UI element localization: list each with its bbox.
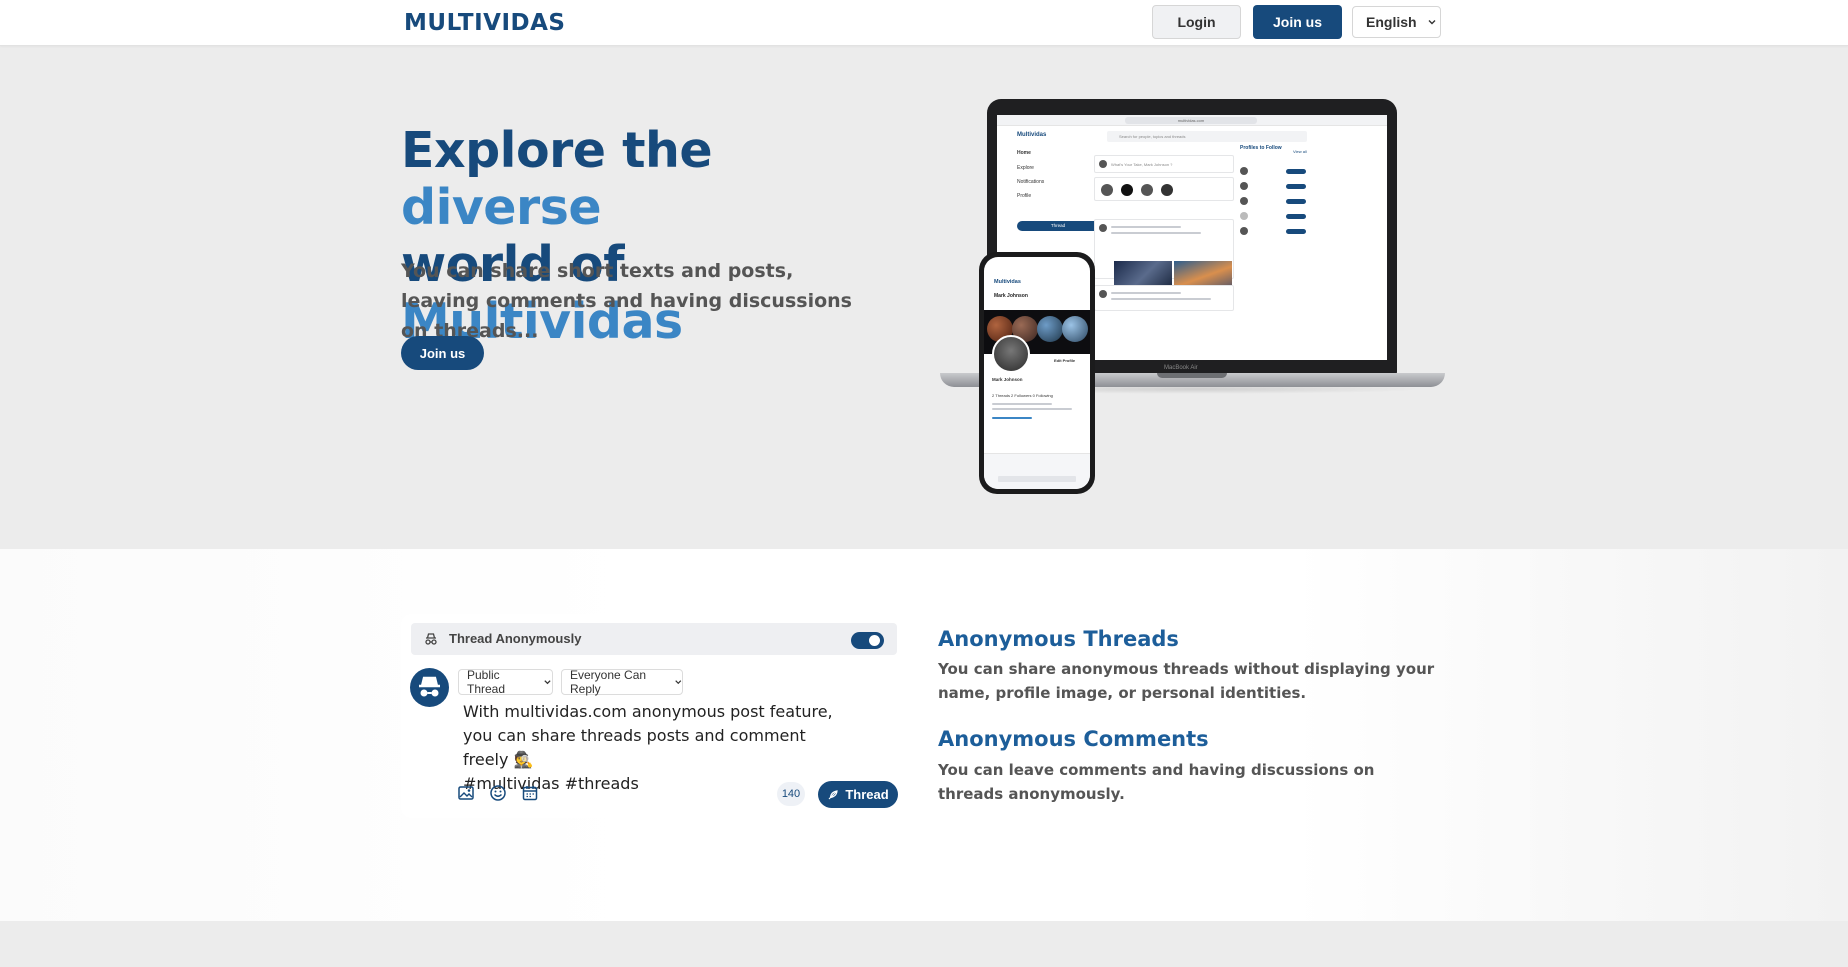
suggest-avatar [1240,197,1248,205]
post-meta [1111,226,1181,228]
image-icon[interactable] [457,784,475,802]
chevron-down-icon [544,680,551,685]
phone-mockup: Multividas Mark Johnson Edit Profile Mar… [979,252,1095,494]
follow-button [1286,184,1306,189]
phone-bio-line [992,408,1072,410]
hero-join-button[interactable]: Join us [401,336,484,370]
reply-select-label: Everyone Can Reply [570,668,647,696]
phone-screen: Multividas Mark Johnson Edit Profile Mar… [984,257,1090,489]
language-label: English [1366,14,1417,30]
mockup-thread-button: Thread [1017,221,1099,231]
follow-button [1286,214,1306,219]
phone-profile-name: Mark Johnson [992,377,1023,382]
follow-button [1286,169,1306,174]
browser-bar: multividas.com [997,115,1387,126]
planet-image [1062,316,1088,342]
suggest-avatar [1240,212,1248,220]
emoji-icon[interactable] [489,784,507,802]
laptop-notch [1157,373,1227,378]
hero-title-accent1: diverse [401,179,602,236]
feature-text-anonymous-comments: You can leave comments and having discus… [938,761,1375,803]
audience-select[interactable]: Public Thread [458,668,553,696]
post-avatar [1099,224,1107,232]
mockup-avatar [1099,160,1107,168]
feature-section [0,549,1848,921]
suggest-avatar [1240,227,1248,235]
phone-tab-bar [984,453,1090,489]
mockup-post-card [1094,285,1234,311]
phone-profile-avatar [992,335,1030,373]
phone-url-bar [998,476,1076,482]
story-avatar [1161,184,1173,196]
follow-button [1286,229,1306,234]
calendar-icon[interactable] [521,784,539,802]
story-avatar [1121,184,1133,196]
mockup-view-all: View all [1293,149,1307,154]
spy-icon [419,676,440,697]
hero-title-part1: Explore the [401,122,713,179]
audience-select-label: Public Thread [467,668,506,696]
reply-permission-select[interactable]: Everyone Can Reply [561,668,683,696]
mockup-logo: Multividas [1017,132,1047,138]
phone-tab-indicator [992,417,1032,419]
mockup-profiles-title: Profiles to Follow [1240,145,1282,151]
story-avatar [1101,184,1113,196]
toggle-knob [869,635,880,646]
submit-thread-button[interactable]: Thread [818,781,898,808]
feature-text-anonymous-threads: You can share anonymous threads without … [938,660,1435,702]
top-navbar: MULTIVIDAS Login Join us English [0,0,1848,46]
character-counter: 140 [777,782,805,806]
phone-profile-title: Mark Johnson [994,293,1028,299]
device-label: MacBook Air [1164,365,1198,371]
suggest-avatar [1240,167,1248,175]
phone-profile-stats: 2 Threads 2 Followers 0 Following [992,393,1053,398]
thread-composer: Thread Anonymously Public Thread Everyon… [401,614,907,818]
feather-icon [828,789,838,799]
mockup-compose-placeholder: What's Your Take, Mark Johnson ? [1111,162,1173,167]
mockup-nav-explore: Explore [1017,165,1034,171]
mockup-search: Search for people, topics and threads [1107,131,1307,142]
phone-bio-line [992,403,1052,405]
mockup-nav-profile: Profile [1017,193,1032,199]
anonymous-toggle[interactable] [851,632,884,649]
anonymous-label: Thread Anonymously [449,631,582,646]
hero-subtitle: You can share short texts and posts, lea… [401,260,852,342]
post-text [1111,232,1201,234]
planet-image [1037,316,1063,342]
chevron-down-icon [1428,20,1436,25]
submit-thread-label: Thread [845,787,889,802]
feature-title-anonymous-comments: Anonymous Comments [938,727,1209,751]
phone-logo: Multividas [994,279,1021,285]
login-button[interactable]: Login [1152,5,1241,39]
language-select[interactable]: English [1352,6,1441,38]
mockup-compose-card: What's Your Take, Mark Johnson ? [1094,155,1234,173]
follow-button [1286,199,1306,204]
mockup-nav-home: Home [1017,150,1031,156]
suggest-avatar [1240,182,1248,190]
site-logo[interactable]: MULTIVIDAS [404,9,565,37]
browser-url: multividas.com [1125,117,1257,124]
phone-edit-profile: Edit Profile [1054,358,1076,363]
story-avatar [1141,184,1153,196]
chevron-down-icon [674,680,681,685]
post-avatar [1099,290,1107,298]
post-text [1111,298,1211,300]
join-us-button[interactable]: Join us [1253,5,1342,39]
mockup-stories-card [1094,177,1234,201]
anonymous-avatar [410,668,449,707]
mockup-nav-notifications: Notifications [1017,179,1045,185]
anonymous-bar: Thread Anonymously [411,623,897,655]
post-meta [1111,292,1181,294]
incognito-icon [425,633,437,645]
feature-title-anonymous-threads: Anonymous Threads [938,627,1179,651]
